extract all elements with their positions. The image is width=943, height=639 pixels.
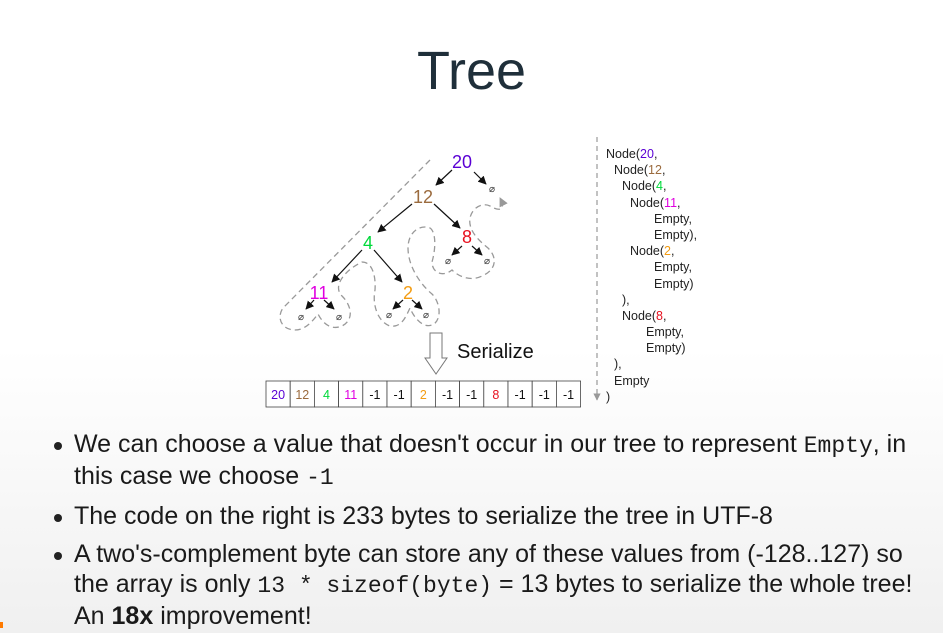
code-line: Node(11,: [630, 195, 681, 210]
serialized-array: 20 12 4 11 -1 -1 2 -1 -1 8 -1 -1 -1: [265, 380, 582, 408]
array-cell-value: 4: [323, 388, 330, 402]
node-8: 8: [462, 227, 472, 247]
bullet-list: We can choose a value that doesn't occur…: [52, 429, 932, 639]
bullet-3-bold: 18x: [111, 602, 154, 630]
node-11: 11: [310, 283, 329, 303]
empty-icon: ⌀: [386, 310, 392, 321]
array-cell-value: 2: [420, 388, 427, 402]
empty-icon: ⌀: [489, 184, 495, 195]
code-line: Empty,: [654, 211, 692, 226]
code-line: Empty): [654, 276, 694, 291]
code-line: Empty,: [654, 260, 692, 275]
code-block: Node(20, Node(12, Node(4, Node(11, Empty, Emp…: [606, 146, 697, 405]
code-line: Empty),: [654, 227, 698, 242]
array-cell-value: -1: [515, 388, 526, 402]
node-12: 12: [413, 187, 433, 207]
bullet-2-text: The code on the right is 233 bytes to se…: [74, 502, 773, 530]
bullet-3-text3: improvement!: [153, 602, 312, 630]
empty-icon: ⌀: [423, 310, 429, 321]
array-cell-value: -1: [442, 388, 453, 402]
bullet-1: We can choose a value that doesn't occur…: [52, 429, 932, 493]
node-20: 20: [452, 152, 472, 172]
empty-icon: ⌀: [298, 312, 304, 323]
bullet-3-code: 13 * sizeof(byte): [257, 573, 493, 599]
code-line: ): [606, 389, 611, 404]
array-cell-value: -1: [369, 388, 380, 402]
array-cell-value: -1: [563, 388, 574, 402]
serialize-label: Serialize: [457, 341, 534, 363]
code-line: Node(20,: [606, 147, 658, 161]
empty-icon: ⌀: [484, 256, 490, 267]
bullet-1-code: Empty: [803, 433, 873, 459]
bullet-1-text: We can choose a value that doesn't occur…: [74, 430, 797, 458]
array-cell-value: -1: [539, 388, 550, 402]
code-line: Empty): [646, 341, 686, 356]
code-line: Empty,: [646, 325, 684, 340]
code-line: ),: [614, 357, 622, 372]
serialize-arrow-icon: [424, 332, 448, 375]
tree-edges: [305, 169, 487, 310]
code-line: Node(2,: [630, 244, 675, 259]
code-line: ),: [622, 292, 630, 307]
code-line: Node(4,: [622, 179, 667, 194]
empty-icon: ⌀: [336, 312, 342, 323]
node-4: 4: [363, 233, 373, 253]
code-line: Node(12,: [614, 163, 666, 178]
array-cell-value: 20: [271, 388, 285, 402]
array-cell-value: 8: [492, 388, 499, 402]
bullet-2: The code on the right is 233 bytes to se…: [52, 501, 932, 531]
code-line: Node(8,: [622, 308, 667, 323]
bullet-1-code2: -1: [306, 465, 334, 491]
code-line: Empty: [614, 373, 650, 388]
empty-icon: ⌀: [445, 256, 451, 267]
array-cell-value: 11: [344, 388, 357, 402]
array-cell-value: -1: [394, 388, 405, 402]
node-2: 2: [403, 283, 413, 303]
array-cell-value: 12: [295, 388, 309, 402]
edge-mark: [0, 622, 3, 628]
array-cell-value: -1: [466, 388, 477, 402]
bullet-3: A two's-complement byte can store any of…: [52, 539, 932, 631]
